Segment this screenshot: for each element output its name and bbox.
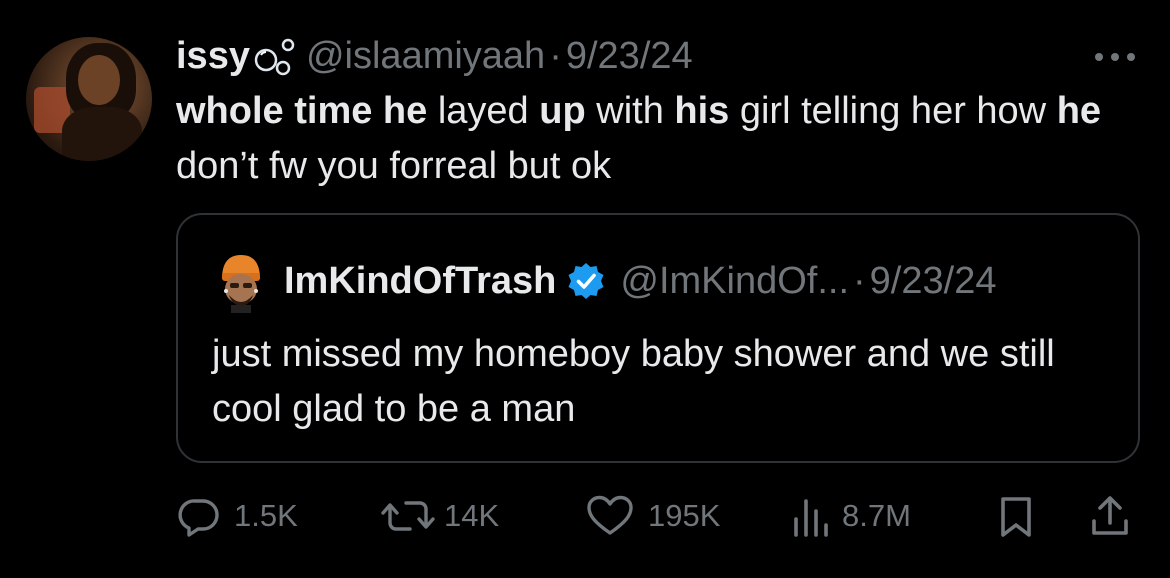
- tweet-text-segment: girl telling her how: [729, 90, 1057, 132]
- avatar-body: [62, 107, 142, 161]
- tweet-text-segment: whole time he: [176, 90, 428, 132]
- avatar[interactable]: [26, 37, 152, 161]
- views-button[interactable]: 8.7M: [788, 488, 911, 544]
- action-bar: 1.5K 14K 195K 8.7M: [0, 488, 1170, 544]
- quoted-tweet-header: ImKindOfTrash @ImKindOf... · 9/23/24: [284, 253, 996, 309]
- quoted-tweet-text: just missed my homeboy baby shower and w…: [212, 333, 1055, 430]
- like-count: 195K: [648, 498, 721, 533]
- verified-icon: [568, 263, 604, 299]
- like-button[interactable]: 195K: [584, 488, 720, 544]
- tweet-text-segment: up: [539, 90, 586, 132]
- quoted-tweet-date[interactable]: 9/23/24: [870, 260, 997, 303]
- bookmark-icon: [1001, 497, 1031, 537]
- separator-dot: ·: [549, 34, 562, 77]
- tweet-date[interactable]: 9/23/24: [566, 35, 693, 78]
- share-button[interactable]: [1088, 488, 1132, 544]
- tweet-text: whole time he layed up with his girl tel…: [176, 84, 1136, 194]
- tweet-text-segment: don’t fw you forreal but ok: [176, 145, 612, 187]
- tweet-header: issy @islaamiyaah · 9/23/24: [176, 28, 693, 84]
- reply-button[interactable]: 1.5K: [176, 488, 298, 544]
- tweet-text-segment: with: [585, 90, 675, 132]
- quoted-author-name[interactable]: ImKindOfTrash: [284, 260, 556, 303]
- tweet-text-segment: his: [674, 90, 730, 132]
- bubbles-icon: [252, 34, 302, 78]
- tweet-text-segment: layed: [427, 90, 540, 132]
- bookmark-button[interactable]: [996, 488, 1036, 544]
- repost-icon: [381, 501, 435, 531]
- quoted-author-avatar[interactable]: [216, 251, 266, 313]
- avatar-face: [78, 55, 120, 105]
- quoted-tweet[interactable]: ImKindOfTrash @ImKindOf... · 9/23/24 jus…: [176, 213, 1140, 463]
- repost-button[interactable]: 14K: [380, 488, 499, 544]
- author-handle[interactable]: @islaamiyaah: [306, 35, 545, 78]
- reply-icon: [178, 499, 219, 537]
- views-count: 8.7M: [842, 498, 911, 533]
- more-icon[interactable]: [1092, 50, 1138, 64]
- separator-dot: ·: [853, 259, 866, 302]
- quoted-author-handle[interactable]: @ImKindOf...: [620, 260, 849, 303]
- repost-count: 14K: [444, 498, 500, 533]
- heart-icon: [587, 495, 633, 535]
- tweet-text-segment: he: [1056, 90, 1102, 132]
- views-icon: [794, 499, 828, 537]
- reply-count: 1.5K: [234, 498, 298, 533]
- tweet[interactable]: issy @islaamiyaah · 9/23/24 whole time h…: [0, 0, 1170, 578]
- author-display-name[interactable]: issy: [176, 35, 250, 78]
- share-icon: [1092, 496, 1128, 535]
